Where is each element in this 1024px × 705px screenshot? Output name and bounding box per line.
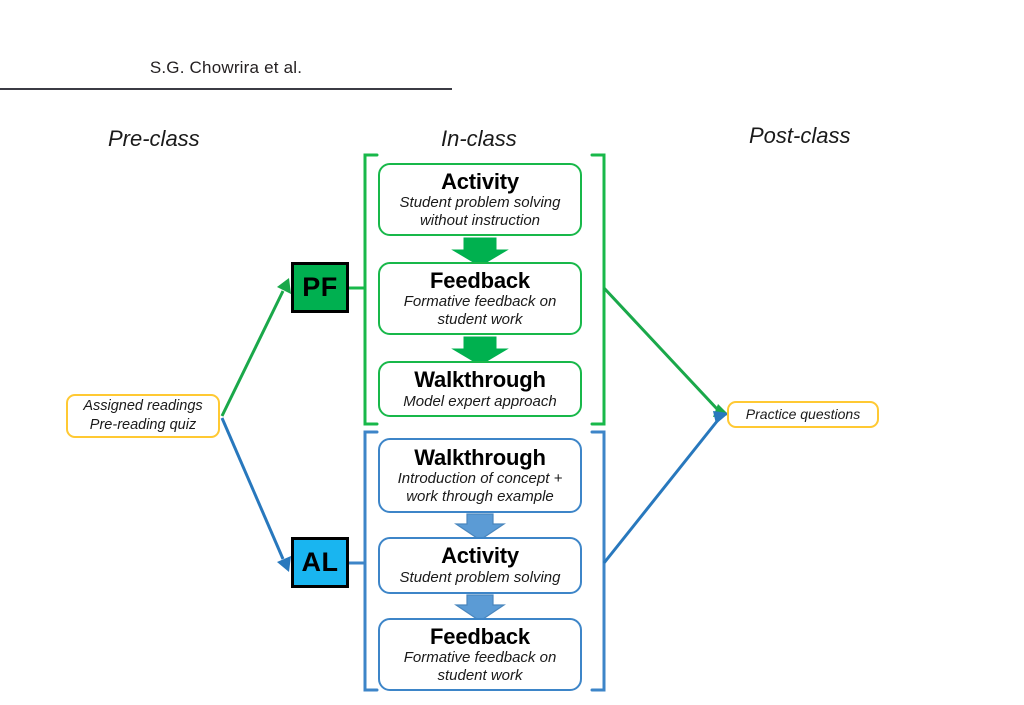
- connector-al-to-post: [602, 411, 729, 564]
- connector-layer: [220, 153, 729, 692]
- step-title: Feedback: [430, 623, 530, 649]
- connector-pre-to-pf: [220, 278, 291, 417]
- endpoint-pre-line-1: Assigned readings: [83, 398, 203, 415]
- phase-label-in-class: In-class: [441, 126, 517, 151]
- endpoint-post-class: Practice questions: [727, 401, 879, 428]
- step-desc-line-1: Formative feedback on: [403, 649, 557, 667]
- step-desc-line-2: student work: [437, 666, 523, 684]
- step-title: Activity: [441, 168, 519, 194]
- step-box-pf-feedback: Feedback Formative feedback on student w…: [378, 262, 582, 335]
- step-box-al-feedback: Feedback Formative feedback on student w…: [378, 618, 582, 691]
- endpoint-pre-line-2: Pre-reading quiz: [89, 417, 197, 433]
- step-desc-line-1: Model expert approach: [403, 392, 557, 410]
- step-desc-line-1: Introduction of concept +: [397, 470, 563, 488]
- phase-label-post-class: Post-class: [749, 123, 851, 148]
- endpoint-pre-class: Assigned readings Pre-reading quiz: [66, 394, 220, 438]
- step-box-al-activity: Activity Student problem solving: [378, 537, 582, 594]
- phase-label-pre-class: Pre-class: [108, 126, 200, 151]
- strategy-tag-al: AL: [291, 537, 349, 588]
- step-desc-line-2: student work: [437, 310, 523, 328]
- strategy-tag-pf: PF: [291, 262, 349, 313]
- bracket-left-pf: [347, 153, 379, 426]
- step-desc-line-2: without instruction: [419, 211, 541, 229]
- endpoint-post-line-1: Practice questions: [745, 405, 861, 422]
- step-box-pf-walkthrough: Walkthrough Model expert approach: [378, 361, 582, 417]
- step-title: Walkthrough: [414, 444, 546, 470]
- step-box-pf-activity: Activity Student problem solving without…: [378, 163, 582, 236]
- step-desc-line-1: Student problem solving: [399, 194, 561, 212]
- bracket-right-pf: [590, 153, 606, 426]
- step-title: Activity: [441, 543, 519, 569]
- step-desc-line-1: Student problem solving: [399, 569, 561, 587]
- step-desc-line-2: work through example: [406, 487, 554, 505]
- connector-pre-to-al: [220, 417, 291, 572]
- header-rule: [0, 88, 452, 90]
- running-head: S.G. Chowrira et al.: [149, 58, 303, 77]
- bracket-right-al: [590, 430, 606, 692]
- step-box-al-walkthrough: Walkthrough Introduction of concept + wo…: [378, 438, 582, 513]
- step-title: Walkthrough: [414, 366, 546, 392]
- step-title: Feedback: [430, 267, 530, 293]
- connector-pf-to-post: [602, 286, 729, 417]
- bracket-left-al: [347, 430, 379, 692]
- step-desc-line-1: Formative feedback on: [403, 293, 557, 311]
